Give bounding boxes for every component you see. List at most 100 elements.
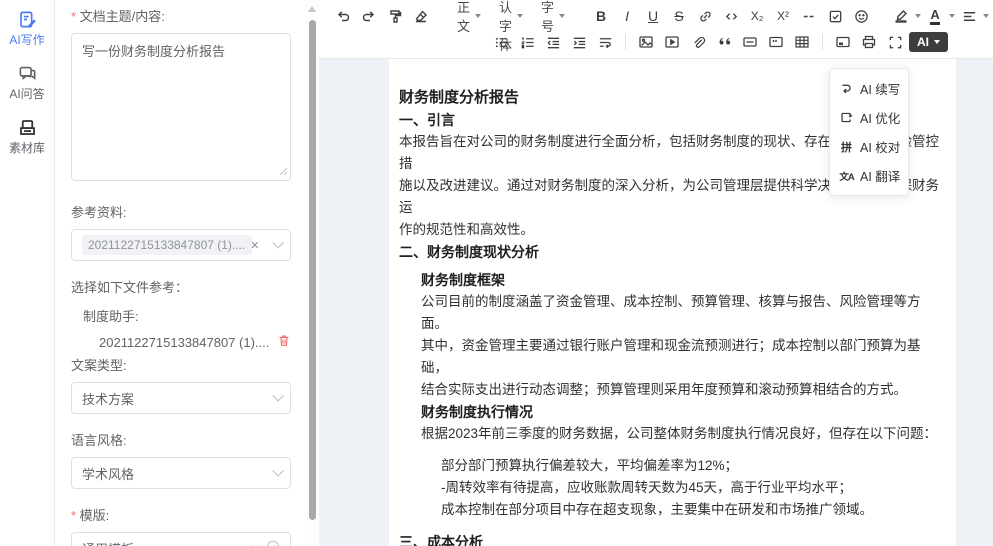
highlight-color-button[interactable] xyxy=(889,5,913,27)
doc-subheading: 财务制度执行情况 xyxy=(421,401,946,423)
reference-label: 参考资料: xyxy=(71,202,291,221)
chevron-down-icon xyxy=(272,237,283,248)
ai-dropdown-button[interactable]: AI xyxy=(909,32,948,52)
file-ref-label: 选择如下文件参考： xyxy=(71,277,291,296)
assistant-file-row: 2021122715133847807 (1).... xyxy=(71,333,291,351)
ordered-list-button[interactable] xyxy=(515,31,539,53)
doc-list: 部分部门预算执行偏差较大，平均偏差率为12%； -周转效率有待提高，应收账款周转… xyxy=(441,455,946,521)
doc-heading-2: 二、财务制度现状分析 xyxy=(399,241,946,263)
template-select[interactable]: 通用模板 xyxy=(71,532,291,546)
emoji-button[interactable] xyxy=(849,5,873,27)
style-label: 语言风格: xyxy=(71,430,291,449)
assistant-label: 制度助手: xyxy=(71,306,291,325)
nav-rail: AI写作 AI问答 素材库 xyxy=(0,0,55,546)
line-break-button[interactable] xyxy=(593,31,617,53)
divider xyxy=(625,34,626,50)
link-button[interactable] xyxy=(693,5,717,27)
delete-file-icon[interactable] xyxy=(277,333,291,351)
ai-writing-form: 文档主题/内容: 写一份财务制度分析报告 参考资料: 2021122715133… xyxy=(55,0,305,546)
caret-icon[interactable] xyxy=(915,14,921,18)
doc-paragraph: 公司目前的制度涵盖了资金管理、成本控制、预算管理、核算与报告、风险管理等方面。 … xyxy=(421,291,946,401)
doc-heading-3: 三、成本分析 xyxy=(399,531,946,546)
underline-button[interactable]: U xyxy=(641,5,665,27)
strikethrough-button[interactable]: S xyxy=(667,5,691,27)
font-size-dropdown[interactable]: 字号 xyxy=(533,5,573,27)
insert-table-button[interactable] xyxy=(790,31,814,53)
format-painter-button[interactable] xyxy=(383,5,407,27)
scrollbar-thumb[interactable] xyxy=(309,20,316,520)
font-family-dropdown[interactable]: 默认字体 xyxy=(491,5,531,27)
chevron-down-icon xyxy=(272,465,283,476)
chevron-down-icon xyxy=(272,390,283,401)
menu-item-ai-optimize[interactable]: AI 优化 xyxy=(830,103,908,132)
inline-code-button[interactable] xyxy=(719,5,743,27)
topic-input[interactable]: 写一份财务制度分析报告 xyxy=(71,33,291,181)
resize-handle[interactable] xyxy=(279,163,288,181)
print-button[interactable] xyxy=(857,31,881,53)
paragraph-style-dropdown[interactable]: 正文 xyxy=(449,5,489,27)
scroll-up-icon[interactable] xyxy=(308,6,316,12)
menu-item-ai-proofread[interactable]: 拼 AI 校对 xyxy=(830,132,908,161)
insert-video-button[interactable] xyxy=(660,31,684,53)
menu-item-ai-continue[interactable]: AI 续写 xyxy=(830,74,908,103)
doc-type-select[interactable]: 技术方案 xyxy=(71,382,291,414)
doc-subheading: 财务制度框架 xyxy=(421,269,946,291)
eraser-button[interactable] xyxy=(409,5,433,27)
remove-tag-icon[interactable]: ✕ xyxy=(250,239,259,252)
sidebar-item-ai-writing[interactable]: AI写作 xyxy=(0,10,54,48)
page-preview-button[interactable] xyxy=(831,31,855,53)
redo-button[interactable] xyxy=(357,5,381,27)
sidebar-item-label: AI写作 xyxy=(9,31,44,48)
subscript-button[interactable]: X₂ xyxy=(745,5,769,27)
caret-icon xyxy=(559,14,565,18)
caret-icon[interactable] xyxy=(949,14,955,18)
sidebar-item-material-library[interactable]: 素材库 xyxy=(0,118,54,156)
bullet-list-button[interactable] xyxy=(489,31,513,53)
ai-proofread-icon: 拼 xyxy=(839,139,854,155)
library-icon xyxy=(18,118,37,137)
bold-button[interactable]: B xyxy=(589,5,613,27)
reference-tag: 2021122715133847807 (1).... ✕ xyxy=(82,235,252,255)
template-label: 模版: xyxy=(71,505,291,524)
ai-translate-icon: 文A xyxy=(839,169,854,183)
ai-continue-icon xyxy=(839,82,854,95)
reference-select[interactable]: 2021122715133847807 (1).... ✕ xyxy=(71,229,291,261)
topic-label: 文档主题/内容: xyxy=(71,6,291,25)
caret-icon xyxy=(934,40,940,44)
style-select[interactable]: 学术风格 xyxy=(71,457,291,489)
app-window: AI写作 AI问答 素材库 文档主题/ xyxy=(0,0,993,546)
blockquote-button[interactable] xyxy=(712,31,736,53)
chevron-down-icon xyxy=(250,540,261,546)
sidebar-item-label: 素材库 xyxy=(9,139,45,156)
superscript-button[interactable]: X² xyxy=(771,5,795,27)
indent-button[interactable] xyxy=(567,31,591,53)
divider xyxy=(822,34,823,50)
sidebar-item-ai-qa[interactable]: AI问答 xyxy=(0,64,54,102)
ai-dropdown-menu: AI 续写 AI 优化 拼 AI 校对 文A AI 翻译 xyxy=(829,68,909,196)
attachment-button[interactable] xyxy=(686,31,710,53)
ai-optimize-icon xyxy=(839,111,854,124)
rich-text-editor: 正文 默认字体 字号 B I U S xyxy=(319,0,993,546)
italic-button[interactable]: I xyxy=(615,5,639,27)
sidebar-item-label: AI问答 xyxy=(9,85,44,102)
divider-block-button[interactable] xyxy=(738,31,762,53)
chat-icon xyxy=(18,64,37,83)
assistant-file-name: 2021122715133847807 (1).... xyxy=(99,335,277,350)
doc-paragraph: 根据2023年前三季度的财务数据，公司整体财务制度执行情况良好，但存在以下问题： xyxy=(421,423,946,445)
horizontal-rule-button[interactable] xyxy=(797,5,821,27)
task-checkbox-button[interactable] xyxy=(823,5,847,27)
insert-image-button[interactable] xyxy=(634,31,658,53)
menu-item-ai-translate[interactable]: 文A AI 翻译 xyxy=(830,161,908,190)
fullscreen-button[interactable] xyxy=(883,31,907,53)
doc-type-label: 文案类型: xyxy=(71,355,291,374)
font-color-button[interactable]: A xyxy=(923,5,947,27)
align-dropdown[interactable] xyxy=(957,5,981,27)
form-scrollbar[interactable] xyxy=(305,0,319,546)
caret-icon[interactable] xyxy=(983,14,989,18)
caret-icon xyxy=(475,14,481,18)
ai-writing-icon xyxy=(18,10,37,29)
undo-button[interactable] xyxy=(331,5,355,27)
code-block-button[interactable] xyxy=(764,31,788,53)
caret-icon xyxy=(517,14,523,18)
outdent-button[interactable] xyxy=(541,31,565,53)
